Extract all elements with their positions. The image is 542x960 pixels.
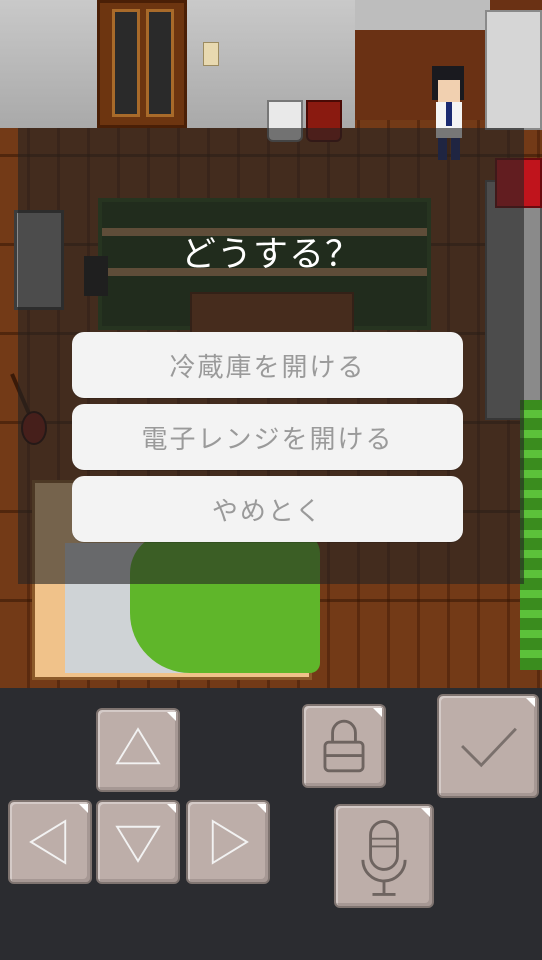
microphone-icon [361, 820, 407, 896]
choice-open-fridge[interactable]: 冷蔵庫を開ける [72, 332, 463, 398]
door-pane-right [146, 9, 174, 117]
confirm-button[interactable] [437, 694, 539, 798]
door-pane-left [112, 9, 140, 117]
bag-icon [323, 719, 365, 773]
kitchen-shelf [485, 10, 542, 130]
down-arrow-icon [115, 825, 161, 863]
left-arrow-icon [29, 819, 67, 865]
dpad-up-button[interactable] [96, 708, 180, 792]
item-bag-button[interactable] [302, 704, 386, 788]
back-wall-right [355, 0, 490, 30]
choice-open-microwave[interactable]: 電子レンジを開ける [72, 404, 463, 470]
voice-button[interactable] [334, 804, 434, 908]
door [97, 0, 187, 128]
dialog-prompt: どうする？ [180, 235, 361, 275]
checkmark-icon [461, 727, 517, 768]
dpad-down-button[interactable] [96, 800, 180, 884]
light-switch [203, 42, 219, 66]
choice-cancel[interactable]: やめとく [72, 476, 463, 542]
right-arrow-icon [211, 819, 249, 865]
up-arrow-icon [115, 727, 161, 765]
dpad-left-button[interactable] [8, 800, 92, 884]
dpad-right-button[interactable] [186, 800, 270, 884]
